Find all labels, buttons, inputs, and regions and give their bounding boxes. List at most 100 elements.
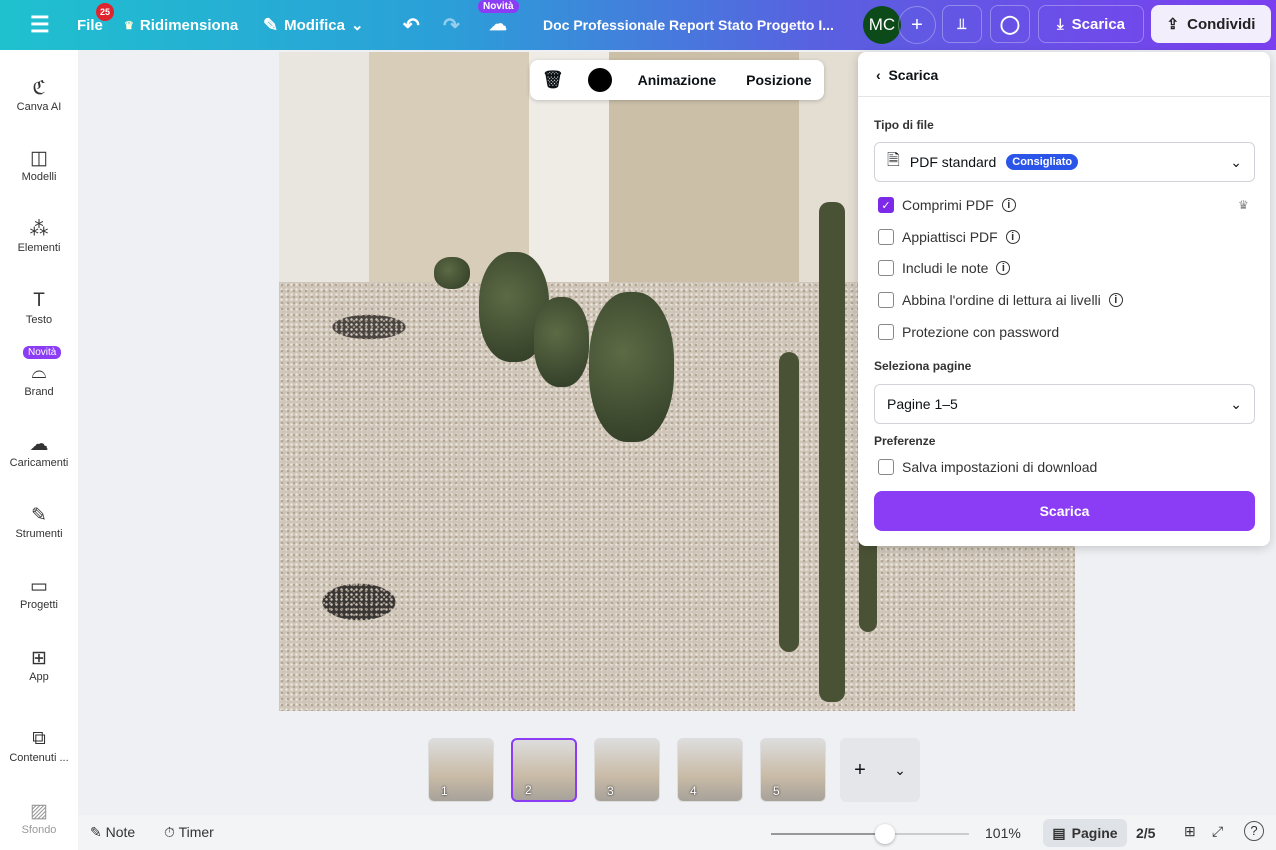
checkbox[interactable]: [878, 459, 894, 475]
timer-icon: ⏱: [164, 824, 179, 840]
panel-title: Scarica: [888, 67, 939, 83]
chevron-down-icon[interactable]: ⌄: [894, 762, 906, 779]
save-settings-checkbox[interactable]: Salva impostazioni di download: [878, 459, 1097, 475]
chevron-left-icon: ‹: [876, 67, 889, 83]
zoom-level[interactable]: 101%: [985, 825, 1021, 841]
pages-select[interactable]: Pagine 1–5 ⌄: [874, 384, 1255, 424]
preferences-label: Preferenze: [874, 434, 936, 448]
pages-view-button[interactable]: ▤ Pagine: [1043, 819, 1127, 847]
checkbox[interactable]: [878, 260, 894, 277]
option-checkbox[interactable]: Includi le note i: [878, 260, 1011, 277]
resize-button[interactable]: ♛ Ridimensiona: [124, 17, 238, 34]
edit-label: Modifica: [284, 16, 345, 34]
option-checkbox[interactable]: ✓ Comprimi PDF i: [878, 197, 1016, 213]
sidebar-item-progetti[interactable]: ▭ Progetti: [0, 575, 78, 611]
page-number: 3: [607, 784, 614, 798]
sidebar-item-testo[interactable]: T Testo: [0, 290, 78, 326]
sidebar-item-sfondo[interactable]: ▨ Sfondo: [0, 800, 78, 836]
sidebar-item-modelli[interactable]: ◫ Modelli: [0, 147, 78, 183]
document-title[interactable]: Doc Professionale Report Stato Progetto …: [543, 17, 834, 33]
fullscreen-icon[interactable]: ⤢: [1212, 823, 1223, 840]
option-checkbox[interactable]: Appiattisci PDF i: [878, 228, 1020, 245]
option-checkbox[interactable]: Protezione con password: [878, 323, 1059, 340]
edit-button[interactable]: ✎ Modifica ⌄: [263, 15, 364, 36]
sidebar-item-contenuti[interactable]: ⧉ Contenuti ...: [0, 728, 78, 764]
share-label: Condividi: [1187, 15, 1256, 33]
page-number: 2: [525, 783, 532, 797]
sidebar-item-strumenti[interactable]: ✎ Strumenti: [0, 504, 78, 540]
cactus-shape: [779, 352, 799, 652]
chart-icon: ⫫: [957, 15, 967, 33]
info-icon[interactable]: i: [1108, 293, 1123, 308]
sidebar-item-elementi[interactable]: ⁂ Elementi: [0, 218, 78, 254]
grid-view-icon[interactable]: ⊞: [1184, 823, 1196, 840]
share-icon: ⇪: [1166, 16, 1180, 33]
magic-media-icon: ⧉: [32, 728, 46, 749]
divider: [858, 96, 1270, 97]
file-type-label: Tipo di file: [874, 118, 934, 132]
templates-icon: ◫: [30, 148, 48, 169]
brand-new-badge: Novità: [23, 346, 62, 359]
sidebar-item-label: Testo: [25, 314, 53, 326]
color-swatch[interactable]: [587, 68, 612, 92]
resize-label: Ridimensiona: [139, 16, 239, 34]
crown-icon: ♛: [1238, 198, 1249, 212]
elements-icon: ⁂: [29, 219, 49, 240]
cloud-save-icon[interactable]: ☁: [489, 14, 507, 35]
redo-icon[interactable]: ↷: [443, 13, 460, 38]
zoom-slider-handle[interactable]: [875, 824, 896, 844]
sidebar-item-label: Contenuti ...: [9, 752, 69, 764]
notes-label: Note: [105, 824, 136, 840]
timer-label: Timer: [178, 824, 214, 840]
avatar[interactable]: MC: [863, 6, 901, 44]
file-type-value: PDF standard: [909, 154, 997, 170]
page-thumbnail[interactable]: 3: [594, 738, 660, 802]
page-thumbnail[interactable]: 5: [760, 738, 826, 802]
checkbox[interactable]: [878, 228, 894, 245]
plant-shape: [534, 297, 589, 387]
undo-icon[interactable]: ↶: [403, 13, 420, 38]
sidebar: ℭ Canva AI ◫ Modelli ⁂ Elementi T Testo ⌓ Brand ☁ C…: [0, 50, 78, 850]
chevron-down-icon: ⌄: [1230, 153, 1242, 170]
sidebar-item-caricamenti[interactable]: ☁ Caricamenti: [0, 433, 78, 469]
checkbox[interactable]: [878, 323, 894, 340]
timer-button[interactable]: ⏱ Timer: [164, 824, 214, 841]
page-thumbnail[interactable]: 2: [511, 738, 577, 802]
sidebar-item-brand[interactable]: ⌓ Brand: [0, 362, 78, 398]
file-type-select[interactable]: 🗎 PDF standard Consigliato ⌄: [874, 142, 1255, 182]
zoom-slider[interactable]: [771, 824, 969, 844]
info-icon[interactable]: i: [996, 261, 1011, 276]
apps-icon: ⊞: [31, 648, 47, 669]
back-button[interactable]: ‹ Scarica: [876, 67, 938, 83]
sidebar-item-canva-ai[interactable]: ℭ Canva AI: [0, 77, 78, 113]
pencil-icon: ✎: [263, 14, 279, 35]
option-checkbox[interactable]: Abbina l'ordine di lettura ai livelli i: [878, 292, 1123, 309]
info-icon[interactable]: i: [1005, 229, 1020, 244]
download-label: Scarica: [1071, 15, 1126, 33]
checkbox[interactable]: [878, 292, 894, 309]
add-page-button[interactable]: +: [854, 759, 866, 782]
add-collaborator-button[interactable]: +: [898, 6, 936, 44]
help-icon[interactable]: ?: [1244, 821, 1264, 841]
cactus-shape: [819, 202, 845, 702]
page-thumbnail[interactable]: 1: [428, 738, 494, 802]
notes-button[interactable]: ✎ Note: [90, 824, 135, 841]
new-badge: Novità: [478, 0, 519, 13]
analytics-button[interactable]: ⫫: [942, 5, 982, 43]
page-thumbnail[interactable]: 4: [677, 738, 743, 802]
sidebar-item-app[interactable]: ⊞ App: [0, 647, 78, 683]
share-button[interactable]: ⇪ Condividi: [1151, 5, 1271, 43]
info-icon[interactable]: i: [1001, 198, 1016, 212]
comment-icon: ◯: [999, 13, 1021, 34]
position-button[interactable]: Posizione: [746, 72, 811, 88]
checkbox[interactable]: ✓: [878, 197, 894, 213]
comment-button[interactable]: ◯: [990, 5, 1030, 43]
chevron-down-icon: ⌄: [350, 17, 364, 34]
animation-button[interactable]: Animazione: [638, 72, 717, 88]
download-submit-button[interactable]: Scarica: [874, 491, 1255, 531]
menu-icon[interactable]: ☰: [30, 12, 50, 38]
trash-icon[interactable]: 🗑: [542, 70, 564, 90]
download-button[interactable]: ⤓ Scarica: [1038, 5, 1144, 43]
file-icon: 🗎: [887, 151, 900, 169]
sidebar-item-label: Sfondo: [21, 824, 57, 836]
